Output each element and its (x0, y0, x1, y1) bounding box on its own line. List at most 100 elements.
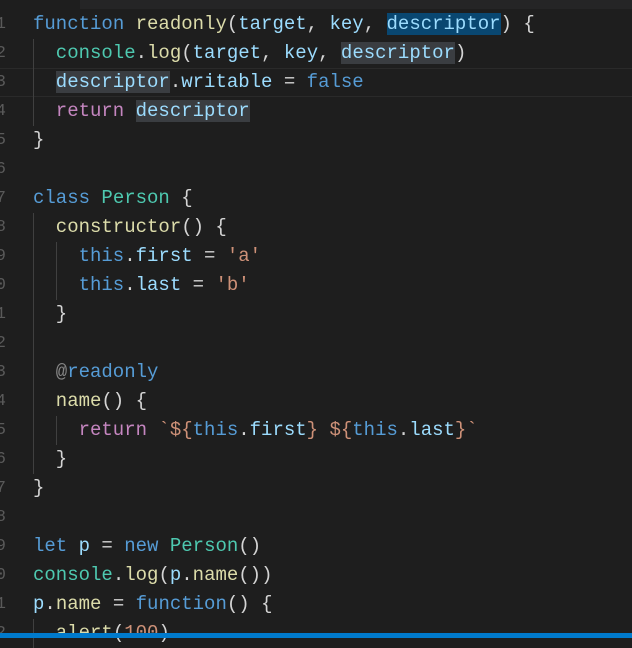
code-token: () { (226, 593, 273, 615)
code-token: console (33, 564, 113, 586)
code-token: ( (181, 42, 193, 64)
code-token: = (181, 274, 216, 296)
code-token: () { (101, 390, 148, 412)
indent-guide (33, 416, 34, 445)
code-text: return `${this.first} ${this.last}` (79, 416, 478, 445)
indent-guide (55, 242, 57, 271)
code-token: constructor (55, 216, 182, 238)
code-token: p (33, 593, 45, 615)
code-line[interactable]: 2 (0, 329, 632, 358)
code-text: class Person { (33, 184, 193, 213)
code-text: return descriptor (56, 97, 250, 126)
code-token: readonly (135, 13, 227, 35)
code-token: key (329, 13, 364, 35)
code-token: . (181, 564, 193, 586)
code-token: . (397, 419, 410, 441)
code-text: } (33, 474, 44, 503)
code-token: { (169, 187, 193, 209)
code-token: . (124, 245, 136, 267)
line-number: 7 (0, 189, 6, 208)
line-number: 4 (0, 102, 6, 121)
code-token: ) { (500, 13, 535, 35)
code-line[interactable]: 6 (0, 155, 632, 184)
code-line[interactable]: 2 console.log(target, key, descriptor) (0, 39, 632, 68)
code-line[interactable]: 7 class Person { (0, 184, 632, 213)
code-token: descriptor (386, 13, 501, 35)
code-editor[interactable]: 1 function readonly(target, key, descript… (0, 10, 632, 648)
code-token: return (55, 100, 125, 122)
code-token: . (44, 593, 56, 615)
code-line[interactable]: 3 @readonly (0, 358, 632, 387)
code-text: } (56, 300, 67, 329)
code-text: function readonly(target, key, descripto… (33, 10, 535, 39)
code-token: } ${ (306, 419, 353, 441)
code-line[interactable]: 1} (0, 300, 632, 329)
code-token: last (409, 419, 455, 441)
indent-guide (33, 97, 34, 126)
code-text: constructor() { (56, 213, 227, 242)
line-number: 8 (0, 218, 6, 237)
code-text: console.log(target, key, descriptor) (55, 39, 466, 68)
code-line[interactable]: 0 this.last = 'b' (0, 271, 632, 300)
code-token: name (192, 564, 239, 586)
line-number: 1 (0, 305, 6, 324)
code-line[interactable]: 5 return `${this.first} ${this.last}` (0, 416, 632, 445)
code-token: function (135, 593, 227, 615)
code-line[interactable]: 9 this.first = 'a' (0, 242, 632, 271)
code-token: this (78, 274, 125, 296)
code-token: ( (226, 13, 239, 35)
line-number: 3 (0, 73, 6, 92)
code-line[interactable]: 9 let p = new Person() (0, 532, 632, 561)
code-token: name (55, 390, 102, 412)
code-line[interactable]: 4 name() { (0, 387, 632, 416)
code-token: ptor (124, 71, 170, 93)
code-token: first (249, 419, 307, 441)
code-token: , (318, 42, 341, 64)
code-token: console (55, 42, 136, 64)
indent-guide (33, 271, 34, 300)
code-line[interactable]: 4 return descriptor (0, 97, 632, 126)
code-line[interactable]: 1 function readonly(target, key, descript… (0, 10, 632, 39)
line-number: 2 (0, 44, 6, 63)
code-token: } (33, 129, 45, 151)
code-text: this.first = 'a' (79, 242, 261, 271)
code-token: = (90, 535, 125, 557)
code-token: descriptor (135, 100, 250, 122)
code-text: } (33, 126, 44, 155)
indent-guide (33, 39, 34, 68)
code-line[interactable]: 3 descriptor.writable = false (0, 68, 632, 97)
indent-guide (33, 68, 34, 97)
code-token: . (169, 71, 182, 93)
code-line[interactable]: 7} (0, 474, 632, 503)
code-line[interactable]: 8 constructor() { (0, 213, 632, 242)
code-token: = (101, 593, 136, 615)
code-token: writable (181, 71, 273, 93)
code-line[interactable]: 8 (0, 503, 632, 532)
line-number: 6 (0, 160, 6, 179)
line-number: 7 (0, 479, 6, 498)
indent-guide (33, 329, 34, 358)
code-token: ( (158, 564, 170, 586)
code-token: ()) (238, 564, 273, 586)
line-number: 5 (0, 421, 6, 440)
code-line[interactable]: 6} (0, 445, 632, 474)
line-number: 8 (0, 508, 6, 527)
code-token: new (124, 535, 159, 557)
code-token: , (261, 42, 284, 64)
code-token: class (33, 187, 91, 209)
code-line[interactable]: 0 console.log(p.name()) (0, 561, 632, 590)
code-token: . (135, 42, 148, 64)
indent-guide (55, 271, 57, 300)
code-token: } (33, 477, 45, 499)
code-token: first (135, 245, 193, 267)
code-line[interactable]: 5} (0, 126, 632, 155)
line-number: 9 (0, 537, 6, 556)
indent-guide (33, 300, 34, 329)
code-token: this (192, 419, 239, 441)
line-number: 3 (0, 363, 6, 382)
code-token: , (363, 13, 387, 35)
code-line[interactable]: 1 p.name = function() { (0, 590, 632, 619)
code-token: () { (181, 216, 227, 238)
